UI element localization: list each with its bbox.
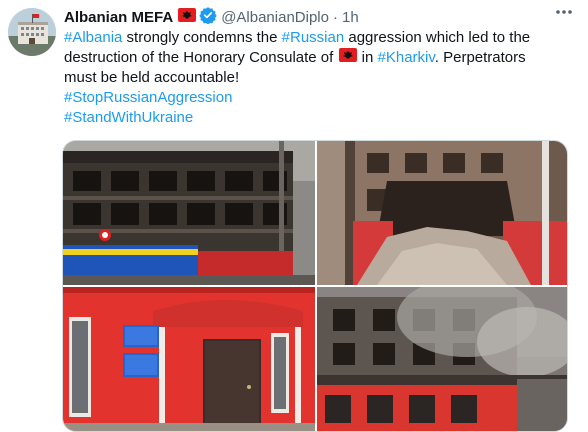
hashtag-stand-with-ukraine[interactable]: #StandWithUkraine — [64, 109, 193, 126]
photo-collapsed-building-image — [317, 141, 567, 285]
text-segment: . Perpetrators — [434, 49, 526, 66]
albania-flag-icon — [178, 8, 197, 26]
author-handle[interactable]: @AlbanianDiplo — [221, 9, 329, 26]
timestamp[interactable]: 1h — [342, 9, 359, 26]
more-options-icon — [556, 10, 572, 14]
hashtag-albania[interactable]: #Albania — [64, 29, 122, 46]
separator-dot: · — [332, 8, 338, 26]
media-grid — [62, 140, 568, 432]
text-segment: in — [357, 49, 378, 66]
avatar-image — [8, 8, 56, 56]
photo-consulate-entrance[interactable] — [63, 287, 315, 431]
author-name[interactable]: Albanian MEFA — [64, 9, 173, 26]
albania-flag-icon — [338, 48, 357, 68]
tweet-header: Albanian MEFA @AlbanianDiplo · 1h — [64, 6, 578, 28]
photo-smoking-building[interactable] — [317, 287, 567, 431]
photo-burned-building-image — [63, 141, 315, 285]
more-options-button[interactable] — [550, 0, 578, 24]
avatar[interactable] — [8, 8, 56, 56]
tweet-text: #Albania strongly condemns the #Russian … — [64, 28, 574, 128]
verified-badge-icon — [199, 6, 217, 28]
photo-collapsed-building[interactable] — [317, 141, 567, 285]
text-segment: destruction of the Honorary Consulate of — [64, 49, 338, 66]
tweet-line-3: must be held accountable! — [64, 69, 240, 87]
tweet-line-1: #Albania strongly condemns the #Russian … — [64, 28, 574, 48]
hashtag-stop-russian-aggression[interactable]: #StopRussianAggression — [64, 89, 232, 106]
text-segment: strongly condemns the — [122, 29, 282, 46]
photo-smoking-building-image — [317, 287, 567, 431]
text-segment: aggression which led to the — [344, 29, 531, 46]
hashtag-kharkiv[interactable]: #Kharkiv — [378, 49, 435, 66]
photo-consulate-entrance-image — [63, 287, 315, 431]
photo-burned-building[interactable] — [63, 141, 315, 285]
tweet-line-2: destruction of the Honorary Consulate of… — [64, 48, 574, 68]
hashtag-russian[interactable]: #Russian — [282, 29, 345, 46]
